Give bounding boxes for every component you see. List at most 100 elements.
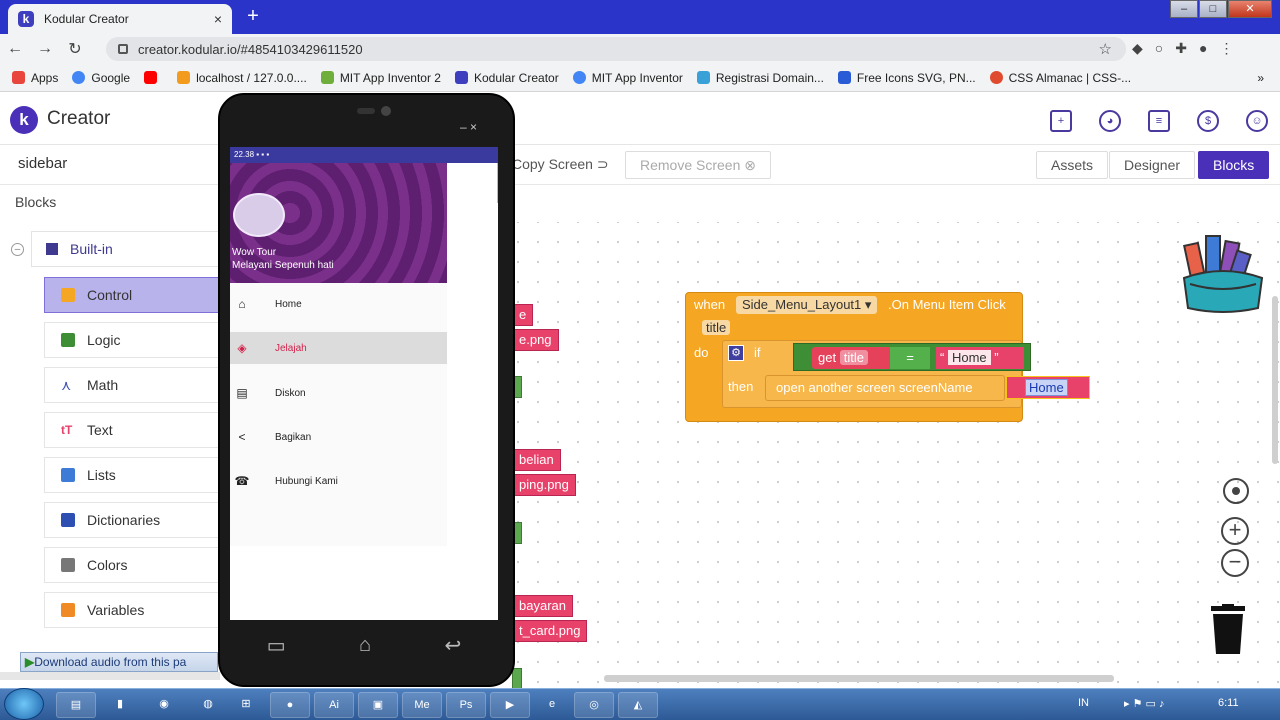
app-icon[interactable]: ● <box>270 692 310 718</box>
palette-item-math[interactable]: ⋏ Math <box>44 367 219 403</box>
screen-name-text-input[interactable]: Home <box>1006 376 1090 399</box>
app-icon[interactable]: ⊞ <box>226 692 266 718</box>
bookmark-apps[interactable]: Apps <box>12 71 58 85</box>
app-name: Creator <box>47 108 111 129</box>
workspace-horizontal-scrollbar[interactable] <box>604 675 1114 682</box>
trash-icon[interactable] <box>1209 604 1247 654</box>
palette-item-text[interactable]: tT Text <box>44 412 219 448</box>
emulator-window-controls[interactable]: – × <box>460 120 477 134</box>
text-block[interactable]: e.png <box>512 329 559 351</box>
library-icon[interactable]: ≡ <box>1148 110 1170 132</box>
window-close-button[interactable]: ✕ <box>1228 0 1272 18</box>
blocks-button[interactable]: Blocks <box>1198 151 1270 179</box>
forward-icon[interactable]: → <box>30 40 60 58</box>
bookmark-mit-app-inventor[interactable]: MIT App Inventor <box>572 71 683 85</box>
gear-icon[interactable]: ⚙ <box>728 345 744 361</box>
minimize-button[interactable]: – <box>1170 0 1198 18</box>
menu-item-jelajah[interactable]: ◈ Jelajah <box>230 332 447 364</box>
bookmark-css-almanac[interactable]: CSS Almanac | CSS-... <box>989 71 1131 85</box>
account-icon[interactable]: ☺ <box>1246 110 1268 132</box>
bookmark-free-icons[interactable]: Free Icons SVG, PN... <box>837 71 976 85</box>
maximize-button[interactable]: □ <box>1199 0 1227 18</box>
url-field[interactable]: creator.kodular.io/#4854103429611520 ☆ <box>106 37 1126 61</box>
palette-item-dictionaries[interactable]: Dictionaries <box>44 502 219 538</box>
tray-icons[interactable]: ▸ ⚑ ▭ ♪ <box>1124 697 1164 710</box>
bookmark-kodular[interactable]: Kodular Creator <box>454 71 559 85</box>
logic-block[interactable] <box>512 668 522 690</box>
home-key-icon[interactable]: ⌂ <box>359 634 371 657</box>
text-block[interactable]: t_card.png <box>512 620 588 642</box>
text-block[interactable]: e <box>512 304 534 326</box>
bookmark-registrasi-domain[interactable]: Registrasi Domain... <box>696 71 824 85</box>
menu-item-hubungi-kami[interactable]: ☎ Hubungi Kami <box>230 465 447 497</box>
chrome-icon[interactable]: ◎ <box>574 692 614 718</box>
bookmark-google[interactable]: Google <box>72 71 130 85</box>
extension-icon[interactable]: ◆ <box>1132 40 1143 57</box>
puzzle-icon[interactable]: ✚ <box>1175 40 1187 57</box>
remove-screen-button[interactable]: Remove Screen ⊗ <box>625 151 772 179</box>
illustrator-icon[interactable]: Ai <box>314 692 354 718</box>
app-icon[interactable]: ▮ <box>100 692 140 718</box>
back-icon[interactable]: ← <box>0 40 30 58</box>
component-dropdown[interactable]: Side_Menu_Layout1 ▾ <box>736 296 878 314</box>
browser-tab[interactable]: k Kodular Creator × <box>8 4 232 34</box>
designer-button[interactable]: Designer <box>1109 151 1196 179</box>
bookmark-localhost[interactable]: localhost / 127.0.0.... <box>177 71 307 85</box>
bookmark-star-icon[interactable]: ☆ <box>1099 40 1112 58</box>
download-audio-popup[interactable]: ▶Download audio from this pa <box>20 652 218 672</box>
browser-icon[interactable]: ◉ <box>144 692 184 718</box>
back-key-icon[interactable]: ↩ <box>445 633 462 658</box>
menu-item-diskon[interactable]: ▤ Diskon <box>230 377 447 409</box>
zoom-in-button[interactable]: + <box>1221 517 1249 545</box>
start-button[interactable] <box>4 688 44 720</box>
palette-item-lists[interactable]: Lists <box>44 457 219 493</box>
builtin-category[interactable]: Built-in <box>31 231 219 267</box>
zoom-out-button[interactable]: − <box>1221 549 1249 577</box>
bookmark-mit-app-inventor-2[interactable]: MIT App Inventor 2 <box>320 71 441 85</box>
app-icon[interactable]: ◭ <box>618 692 658 718</box>
recenter-icon[interactable] <box>1223 478 1249 504</box>
open-another-screen-block[interactable]: open another screen screenName <box>765 375 1005 401</box>
more-bookmarks-icon[interactable]: » <box>1257 71 1264 85</box>
photoshop-icon[interactable]: Ps <box>446 692 486 718</box>
app-icon[interactable]: ▶ <box>490 692 530 718</box>
profile-icon[interactable]: ● <box>1199 40 1207 57</box>
media-encoder-icon[interactable]: Me <box>402 692 442 718</box>
explorer-icon[interactable]: ▤ <box>56 692 96 718</box>
menu-dots-icon[interactable]: ⋮ <box>1219 40 1233 57</box>
reload-icon[interactable]: ↻ <box>60 39 90 59</box>
workspace-vertical-scrollbar[interactable] <box>1272 296 1278 464</box>
palette-item-control[interactable]: Control <box>44 277 219 313</box>
get-block[interactable]: get title <box>812 347 892 369</box>
collapse-icon[interactable]: – <box>11 243 24 256</box>
text-block[interactable]: belian <box>512 449 561 471</box>
menu-item-bagikan[interactable]: < Bagikan <box>230 421 447 453</box>
palette-item-logic[interactable]: Logic <box>44 322 219 358</box>
text-string-home[interactable]: “ Home ” <box>936 347 1024 369</box>
menu-item-home[interactable]: ⌂ Home <box>230 288 447 320</box>
edge-icon[interactable]: e <box>532 692 572 718</box>
palette-item-variables[interactable]: Variables <box>44 592 219 628</box>
palette-scrollbar[interactable] <box>0 672 220 680</box>
text-block[interactable]: bayaran <box>512 595 573 617</box>
screen-selector[interactable]: sidebar <box>18 155 67 172</box>
new-tab-button[interactable]: + <box>242 6 264 28</box>
text-block[interactable]: ping.png <box>512 474 576 496</box>
dollar-icon[interactable]: $ <box>1197 110 1219 132</box>
assets-button[interactable]: Assets <box>1036 151 1109 179</box>
palette-item-colors[interactable]: Colors <box>44 547 219 583</box>
param-title[interactable]: title <box>702 320 731 335</box>
bookmark-youtube[interactable] <box>144 71 163 84</box>
language-indicator[interactable]: IN <box>1078 697 1089 709</box>
circle-extension-icon[interactable]: ○ <box>1155 40 1163 57</box>
kodular-logo[interactable]: k <box>10 106 38 134</box>
backpack-icon[interactable] <box>1180 234 1266 314</box>
recents-icon[interactable]: ▭ <box>267 633 286 658</box>
app-icon[interactable]: ◍ <box>188 692 228 718</box>
app-icon[interactable]: ▣ <box>358 692 398 718</box>
new-project-icon[interactable]: + <box>1050 110 1072 132</box>
clock[interactable]: 6:11 <box>1218 697 1239 709</box>
tab-close-icon[interactable]: × <box>214 11 222 27</box>
equals-dropdown[interactable]: = <box>890 347 930 369</box>
palette-icon[interactable]: ◕ <box>1099 110 1121 132</box>
